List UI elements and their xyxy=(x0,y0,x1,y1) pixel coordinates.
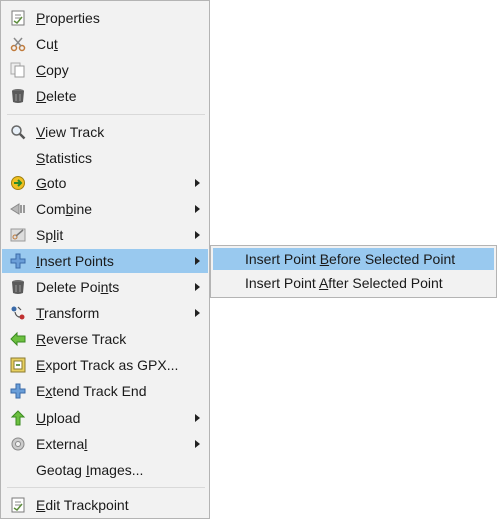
chevron-right-icon xyxy=(195,257,200,265)
copy-icon xyxy=(10,62,26,78)
external-icon xyxy=(10,436,26,452)
menu-item-view-track[interactable]: View Track xyxy=(2,120,208,144)
menu-item-goto[interactable]: Goto xyxy=(2,171,208,195)
menu-item-cut[interactable]: Cut xyxy=(2,32,208,56)
transform-icon xyxy=(10,305,26,321)
menu-item-combine[interactable]: Combine xyxy=(2,197,208,221)
properties-icon xyxy=(10,10,26,26)
chevron-right-icon xyxy=(195,309,200,317)
split-icon xyxy=(10,227,26,243)
trash-icon xyxy=(10,88,26,104)
chevron-right-icon xyxy=(195,179,200,187)
goto-arrow-icon xyxy=(10,175,26,191)
chevron-right-icon xyxy=(195,414,200,422)
menu-item-properties[interactable]: Properties xyxy=(2,6,208,30)
menu-item-delete-points[interactable]: Delete Points xyxy=(2,275,208,299)
submenu-item-insert-after[interactable]: Insert Point After Selected Point xyxy=(213,272,494,294)
magnifier-icon xyxy=(10,124,26,140)
menu-item-insert-points[interactable]: Insert Points xyxy=(2,249,208,273)
chevron-right-icon xyxy=(195,231,200,239)
insert-points-submenu: Insert Point Before Selected Point Inser… xyxy=(210,245,497,298)
plus-icon xyxy=(10,253,26,269)
trash-icon xyxy=(10,279,26,295)
menu-item-extend-track-end[interactable]: Extend Track End xyxy=(2,379,208,403)
menu-item-delete[interactable]: Delete xyxy=(2,84,208,108)
menu-item-export-track[interactable]: Export Track as GPX... xyxy=(2,353,208,377)
reverse-arrow-icon xyxy=(10,331,26,347)
menu-item-upload[interactable]: Upload xyxy=(2,406,208,430)
chevron-right-icon xyxy=(195,440,200,448)
export-icon xyxy=(10,357,26,373)
chevron-right-icon xyxy=(195,283,200,291)
context-menu: Properties Cut Copy Delete View Track St… xyxy=(0,0,210,519)
menu-item-geotag-images[interactable]: Geotag Images... xyxy=(2,458,208,482)
menu-item-split[interactable]: Split xyxy=(2,223,208,247)
menu-item-copy[interactable]: Copy xyxy=(2,58,208,82)
menu-item-reverse-track[interactable]: Reverse Track xyxy=(2,327,208,351)
menu-separator xyxy=(7,114,205,115)
menu-item-external[interactable]: External xyxy=(2,432,208,456)
menu-item-edit-trackpoint[interactable]: Edit Trackpoint xyxy=(2,493,208,517)
menu-item-statistics[interactable]: Statistics xyxy=(2,146,208,170)
menu-separator xyxy=(7,487,205,488)
submenu-item-insert-before[interactable]: Insert Point Before Selected Point xyxy=(213,248,494,270)
menu-item-transform[interactable]: Transform xyxy=(2,301,208,325)
upload-arrow-icon xyxy=(10,410,26,426)
chevron-right-icon xyxy=(195,205,200,213)
scissors-icon xyxy=(10,36,26,52)
properties-icon xyxy=(10,497,26,513)
plus-icon xyxy=(10,383,26,399)
combine-icon xyxy=(10,201,26,217)
